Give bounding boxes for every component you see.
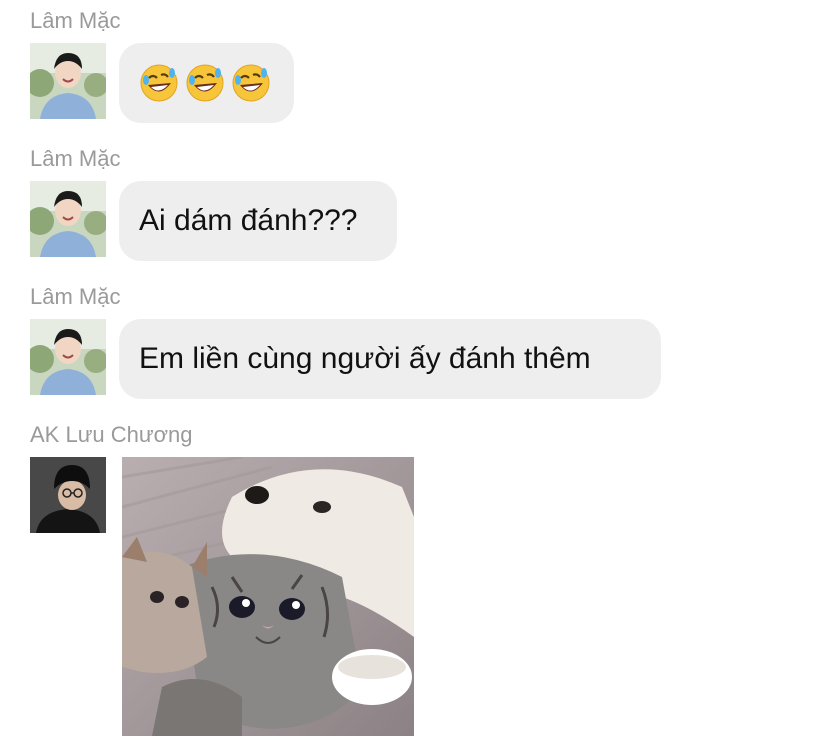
- message-text: Ai dám đánh???: [139, 204, 358, 237]
- message-text: Em liền cùng người ấy đánh thêm: [139, 342, 591, 375]
- avatar-photo-icon: [30, 319, 106, 395]
- rolling-laughing-emoji-icon: [232, 64, 270, 102]
- avatar-ak-luu-chuong[interactable]: [30, 457, 106, 533]
- avatar-photo-icon: [30, 181, 106, 257]
- sender-name: Lâm Mặc: [30, 284, 121, 309]
- avatar-lam-mac[interactable]: [30, 319, 106, 395]
- crying-cat-dog-image-icon: [122, 457, 414, 736]
- message-bubble-emoji[interactable]: [119, 43, 294, 123]
- rolling-laughing-emoji-icon: [186, 64, 224, 102]
- avatar-photo-icon: [30, 457, 106, 533]
- avatar-photo-icon: [30, 43, 106, 119]
- image-message-crying-cat-meme[interactable]: [122, 457, 414, 736]
- rolling-laughing-emoji-icon: [140, 64, 178, 102]
- message-bubble-text[interactable]: Em liền cùng người ấy đánh thêm: [119, 319, 661, 399]
- sender-name: Lâm Mặc: [30, 8, 121, 33]
- avatar-lam-mac[interactable]: [30, 43, 106, 119]
- sender-name: Lâm Mặc: [30, 146, 121, 171]
- sender-name: AK Lưu Chương: [30, 422, 193, 447]
- message-bubble-text[interactable]: Ai dám đánh???: [119, 181, 397, 261]
- avatar-lam-mac[interactable]: [30, 181, 106, 257]
